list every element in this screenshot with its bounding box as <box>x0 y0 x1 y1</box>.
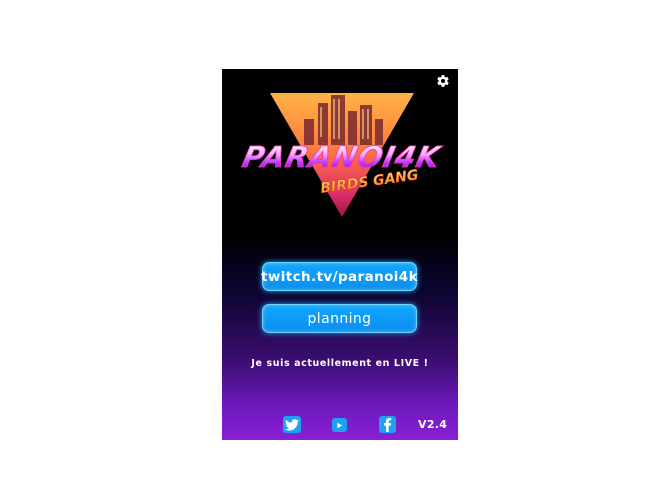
paranoi4k-logo: PARANOI4K BIRDS GANG <box>236 89 448 221</box>
facebook-icon[interactable] <box>379 416 396 433</box>
twitter-icon[interactable] <box>283 416 301 433</box>
planning-button[interactable]: planning <box>262 304 417 333</box>
version-label: V2.4 <box>418 418 448 431</box>
twitch-link-button[interactable]: twitch.tv/paranoi4k <box>261 262 418 291</box>
extension-popup: PARANOI4K BIRDS GANG twitch.tv/paranoi4k… <box>222 69 458 440</box>
youtube-icon[interactable] <box>332 418 347 432</box>
settings-gear-icon[interactable] <box>436 73 450 87</box>
planning-label: planning <box>307 310 372 327</box>
live-status-text: Je suis actuellement en LIVE ! <box>251 358 429 369</box>
twitch-link-label: twitch.tv/paranoi4k <box>261 268 418 285</box>
